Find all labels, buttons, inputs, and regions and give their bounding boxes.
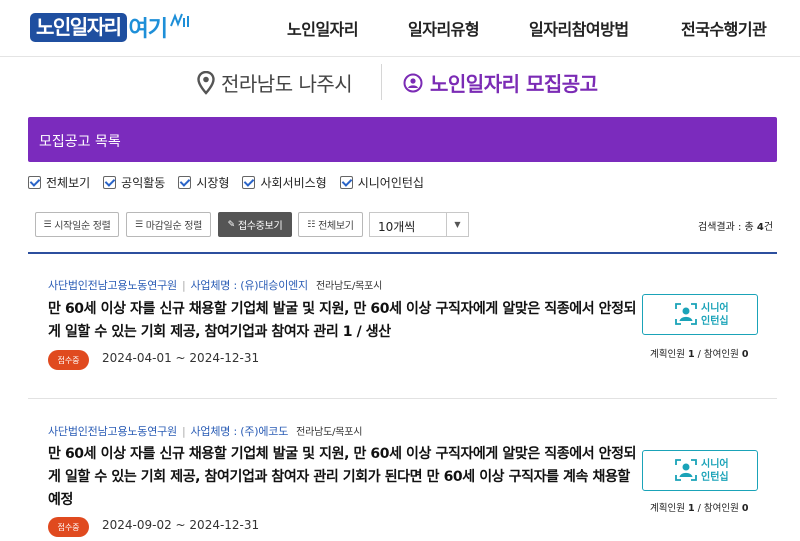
company-name[interactable]: 사업체명 : (유)대승이엔지 <box>190 279 308 292</box>
meta-separator: | <box>181 425 186 438</box>
company-name[interactable]: 사업체명 : (주)에코도 <box>190 425 288 438</box>
region-selector[interactable]: 전라남도 나주시 <box>197 68 353 97</box>
org-name[interactable]: 사단법인전남고용노동연구원 <box>48 425 177 438</box>
checkbox-checked-icon[interactable] <box>28 176 41 189</box>
button-label: 접수중보기 <box>237 221 283 232</box>
sort-end-button[interactable]: ☰ 마감일순 정렬 <box>126 212 211 237</box>
person-circle-icon <box>403 73 423 92</box>
page-size-value: 10개씩 <box>378 220 416 234</box>
job-title[interactable]: 만 60세 이상 자를 신규 채용할 기업체 발굴 및 지원, 만 60세 이상… <box>48 298 642 344</box>
location-strip: 전라남도 나주시 노인일자리 모집공고 <box>0 58 800 108</box>
list-icon: ☰ <box>134 219 143 230</box>
headcount: 계획인원 1 / 참여인원 0 <box>650 349 749 360</box>
result-count: 검색결과 : 총 4건 <box>698 218 773 233</box>
meta-separator: | <box>181 279 186 292</box>
divider <box>381 64 382 100</box>
job-card[interactable]: 사단법인전남고용노동연구원 | 사업체명 : (유)대승이엔지 전라남도/목포시 만 … <box>28 276 777 396</box>
card-meta: 사단법인전남고용노동연구원 | 사업체명 : (주)에코도 전라남도/목포시 <box>48 423 363 439</box>
filter-all[interactable]: 전체보기 <box>28 174 90 191</box>
checkbox-checked-icon[interactable] <box>242 176 256 189</box>
nav-agencies[interactable]: 전국수행기관 <box>681 16 767 40</box>
plan-count: 1 <box>688 503 695 514</box>
section-title-text: 노인일자리 모집공고 <box>430 72 598 96</box>
list-top-border <box>28 252 777 254</box>
filter-label: 사회서비스형 <box>260 176 327 190</box>
grid-icon: ☷ <box>307 219 316 230</box>
button-label: 전체보기 <box>318 221 354 232</box>
join-label: 참여인원 <box>703 503 739 514</box>
job-title[interactable]: 만 60세 이상 자를 신규 채용할 기업체 발굴 및 지원, 만 60세 이상… <box>48 443 642 512</box>
filter-social-service[interactable]: 사회서비스형 <box>242 174 327 191</box>
filter-label: 전체보기 <box>46 176 91 190</box>
site-logo[interactable]: 노인일자리 여기 <box>30 12 191 42</box>
card-meta: 사단법인전남고용노동연구원 | 사업체명 : (유)대승이엔지 전라남도/목포시 <box>48 277 382 293</box>
button-label: 마감일순 정렬 <box>145 221 203 232</box>
region-label: 전라남도 나주시 <box>221 72 353 96</box>
plan-label: 계획인원 <box>650 349 685 360</box>
checkbox-checked-icon[interactable] <box>178 176 192 189</box>
nav-senior-jobs[interactable]: 노인일자리 <box>287 16 359 40</box>
filter-market[interactable]: 시장형 <box>178 174 229 191</box>
join-count: 0 <box>741 349 749 360</box>
label-line: 시니어 <box>701 459 729 470</box>
sort-start-button[interactable]: ☰ 시작일순 정렬 <box>35 212 119 237</box>
plan-count: 1 <box>688 349 695 360</box>
view-all-button[interactable]: ☷ 전체보기 <box>298 212 363 237</box>
senior-intern-button[interactable]: 시니어 인턴십 <box>642 294 758 335</box>
list-icon: ☰ <box>43 219 52 230</box>
nav-job-types[interactable]: 일자리유형 <box>408 16 480 40</box>
region-text: 전라남도/목포시 <box>296 427 363 438</box>
pencil-icon: ✎ <box>227 219 236 230</box>
result-suffix: 건 <box>763 222 774 233</box>
headcount: 계획인원 1 / 참여인원 0 <box>650 503 749 514</box>
checkbox-checked-icon[interactable] <box>103 176 117 189</box>
receiving-button[interactable]: ✎ 접수중보기 <box>218 212 292 237</box>
list-header: 모집공고 목록 <box>28 117 777 162</box>
filter-public[interactable]: 공익활동 <box>103 174 165 191</box>
result-number: 4 <box>756 222 764 233</box>
nav-how-to-join[interactable]: 일자리참여방법 <box>529 16 629 40</box>
page-size-select[interactable]: 10개씩 ▼ <box>369 212 469 237</box>
status-badge: 접수중 <box>48 350 89 370</box>
job-period: 2024-09-02 ~ 2024-12-31 <box>102 518 260 532</box>
button-label: 시작일순 정렬 <box>54 221 111 232</box>
label-line: 인턴십 <box>701 472 729 483</box>
filter-label: 시니어인턴십 <box>357 176 424 190</box>
senior-intern-label: 시니어 인턴십 <box>701 302 729 328</box>
label-line: 시니어 <box>701 303 729 314</box>
plan-label: 계획인원 <box>650 503 685 514</box>
join-label: 참여인원 <box>703 349 739 360</box>
logo-text-sub: 여기 <box>128 17 168 42</box>
list-toolbar: ☰ 시작일순 정렬 ☰ 마감일순 정렬 ✎ 접수중보기 ☷ 전체보기 10개씩 ▼ 검색… <box>0 212 800 238</box>
checkbox-checked-icon[interactable] <box>339 176 353 189</box>
location-pin-icon <box>197 70 215 95</box>
job-card[interactable]: 사단법인전남고용노동연구원 | 사업체명 : (주)에코도 전라남도/목포시 만 60… <box>28 422 777 541</box>
senior-intern-label: 시니어 인턴십 <box>701 458 729 484</box>
senior-intern-button[interactable]: 시니어 인턴십 <box>642 450 758 491</box>
result-prefix: 검색결과 : 총 <box>698 222 754 233</box>
join-count: 0 <box>741 503 749 514</box>
status-badge: 접수중 <box>48 517 89 537</box>
person-frame-icon <box>675 303 697 325</box>
region-text: 전라남도/목포시 <box>315 281 383 292</box>
logo-mark-icon <box>170 13 189 27</box>
section-title: 노인일자리 모집공고 <box>403 68 598 97</box>
filter-label: 공익활동 <box>121 176 166 190</box>
card-divider <box>28 398 777 399</box>
filter-label: 시장형 <box>196 176 230 190</box>
person-frame-icon <box>675 459 697 481</box>
label-line: 인턴십 <box>701 316 729 327</box>
top-header: 노인일자리 여기 노인일자리 일자리유형 일자리참여방법 전국수행기관 <box>0 0 800 57</box>
logo-text-main: 노인일자리 <box>30 12 127 42</box>
filter-senior-intern[interactable]: 시니어인턴십 <box>339 174 424 191</box>
chevron-down-icon[interactable]: ▼ <box>446 213 468 236</box>
filter-checkboxes: 전체보기 공익활동 시장형 사회서비스형 시니어인턴십 <box>28 174 437 191</box>
org-name[interactable]: 사단법인전남고용노동연구원 <box>48 279 177 292</box>
job-period: 2024-04-01 ~ 2024-12-31 <box>102 351 260 365</box>
